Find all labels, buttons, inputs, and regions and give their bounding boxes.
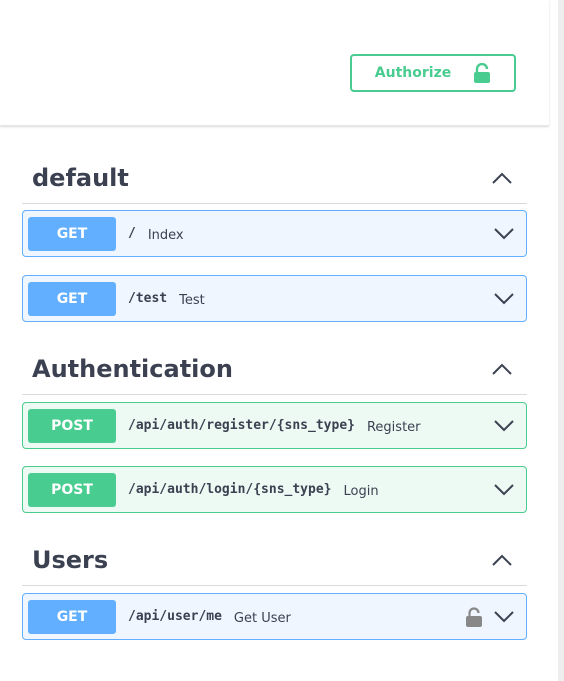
lock-icon[interactable] [466, 606, 482, 627]
unlock-icon [473, 63, 491, 83]
operation-get-index[interactable]: GET / Index [22, 210, 527, 257]
chevron-down-icon[interactable] [492, 287, 516, 311]
method-badge: GET [28, 281, 116, 316]
method-badge: POST [28, 408, 116, 443]
operation-path: / [128, 226, 136, 241]
chevron-up-icon[interactable] [487, 545, 517, 575]
operation-post-register[interactable]: POST /api/auth/register/{sns_type} Regis… [22, 402, 527, 449]
tag-section-authentication: Authentication [22, 343, 527, 395]
operation-summary: Test [179, 293, 205, 308]
chevron-down-icon[interactable] [492, 605, 516, 629]
operation-get-user[interactable]: GET /api/user/me Get User [22, 593, 527, 640]
operation-summary: Get User [233, 611, 291, 626]
operation-path: /api/auth/register/{sns_type} [128, 418, 355, 433]
tag-section-default: default [22, 152, 527, 204]
operation-path: /api/auth/login/{sns_type} [128, 482, 332, 497]
tag-title: Users [32, 545, 109, 574]
operation-post-login[interactable]: POST /api/auth/login/{sns_type} Login [22, 466, 527, 513]
tag-title: Authentication [32, 354, 233, 383]
tag-header-default[interactable]: default [22, 152, 527, 204]
tag-operations-users: GET /api/user/me Get User [22, 593, 527, 641]
tag-section-users: Users [22, 534, 527, 586]
tag-header-users[interactable]: Users [22, 534, 527, 586]
operation-summary: Login [343, 484, 379, 499]
tag-header-authentication[interactable]: Authentication [22, 343, 527, 395]
operation-get-test[interactable]: GET /test Test [22, 275, 527, 322]
chevron-down-icon[interactable] [492, 222, 516, 246]
scheme-container: Authorize [0, 0, 549, 126]
operation-path: /test [128, 291, 168, 306]
chevron-down-icon[interactable] [492, 478, 516, 502]
chevron-down-icon[interactable] [492, 414, 516, 438]
operation-summary: Register [366, 420, 421, 435]
tag-operations-default: GET / Index GET /test Test [22, 210, 527, 322]
method-badge: GET [28, 599, 116, 634]
chevron-up-icon[interactable] [487, 163, 517, 193]
operation-path: /api/user/me [128, 609, 222, 624]
operation-summary: Index [147, 228, 184, 243]
authorize-button[interactable]: Authorize [350, 54, 516, 92]
chevron-up-icon[interactable] [487, 354, 517, 384]
tag-operations-authentication: POST /api/auth/register/{sns_type} Regis… [22, 402, 527, 514]
method-badge: GET [28, 216, 116, 251]
scrollbar[interactable] [558, 0, 564, 681]
method-badge: POST [28, 472, 116, 507]
authorize-label: Authorize [374, 65, 452, 81]
tag-title: default [32, 163, 129, 192]
